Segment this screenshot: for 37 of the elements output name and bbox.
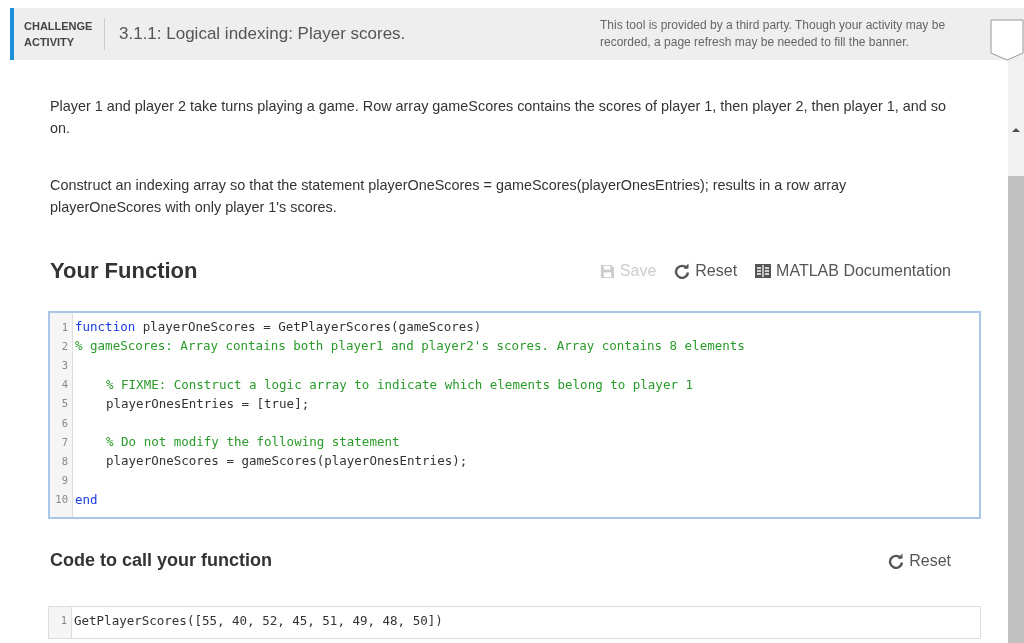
code-editor[interactable]	[48, 311, 981, 519]
line-number: 9	[60, 474, 69, 487]
book-icon	[755, 264, 772, 278]
code-line: function playerOneScores = GetPlayerScores(gameScores)	[74, 319, 482, 335]
line-number: 3	[60, 358, 69, 371]
scrollbar-thumb[interactable]	[1008, 176, 1024, 643]
bookmark-icon[interactable]	[990, 19, 1024, 61]
instruction-paragraph: Construct an indexing array so that the statement playerOneScores = gameScores(playerOnesEntries); results in a row array playerOneScores with only player 1's scores.	[50, 176, 848, 217]
section-heading: Code to call your function	[50, 550, 273, 572]
documentation-link[interactable]: MATLAB Documentation	[755, 262, 951, 280]
code-line: GetPlayerScores([55, 40, 52, 45, 51, 49, 48, 50])	[73, 612, 443, 628]
section-heading: Your Function	[50, 258, 199, 284]
code-line: % Do not modify the following statement	[105, 434, 400, 450]
code-line: playerOneScores = gameScores(playerOnesEntries);	[105, 453, 468, 469]
line-number: 5	[60, 397, 69, 410]
line-number: 1	[60, 320, 69, 333]
line-number: 7	[60, 435, 69, 448]
reset-button[interactable]: Reset	[674, 262, 738, 280]
line-number: 4	[60, 378, 69, 391]
reset-button[interactable]: Reset	[888, 551, 951, 570]
reset-icon	[674, 263, 691, 279]
save-icon	[599, 263, 615, 279]
code-editor[interactable]: 1 GetPlayerScores([55, 40, 52, 45, 51, 49, 48, 50])	[48, 605, 981, 640]
code-line: % gameScores: Array contains both player1 and player2's scores. Array contains 8 elements	[74, 338, 745, 354]
reset-icon	[888, 552, 905, 569]
code-line: end	[74, 491, 98, 507]
line-number: 6	[60, 416, 69, 429]
third-party-notice: This tool is provided by a third party. Though your activity may be recorded, a page refresh may be needed to fill the banner.	[600, 17, 947, 51]
line-number: 1	[59, 614, 68, 627]
line-number: 2	[60, 339, 69, 352]
activity-title: 3.1.1: Logical indexing: Player scores.	[119, 24, 407, 44]
line-number: 8	[60, 454, 69, 467]
code-line: % FIXME: Construct a logic array to indicate which elements belong to player 1	[105, 376, 693, 392]
activity-type-label: CHALLENGE ACTIVITY	[24, 18, 105, 50]
instruction-paragraph: Player 1 and player 2 take turns playing a game. Row array gameScores contains the scores of player 1, then player 2, then player 1, and so on.	[50, 97, 947, 138]
line-number: 10	[54, 493, 69, 506]
code-line: playerOnesEntries = [true];	[105, 395, 310, 411]
